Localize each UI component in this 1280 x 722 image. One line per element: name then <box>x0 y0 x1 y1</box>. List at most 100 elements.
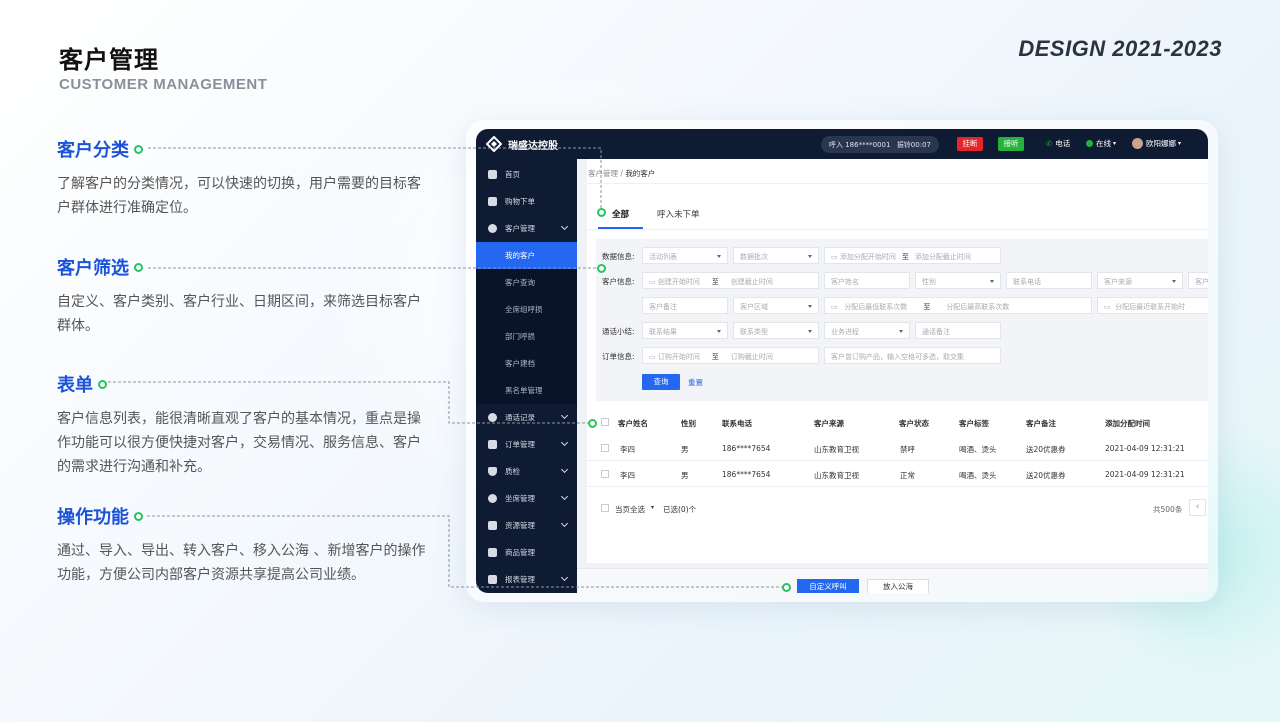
col-header: 客户来源 <box>814 419 844 428</box>
online-icon <box>1086 140 1093 147</box>
sidebar-item-agents[interactable]: 坐席管理 <box>476 485 577 512</box>
assign-date-range[interactable]: ▭ 添加分配开始时间至添加分配截止时间 <box>824 247 1001 264</box>
col-header: 客户标签 <box>959 419 989 428</box>
table-header: 客户姓名 性别 联系电话 客户来源 客户状态 客户标签 客户备注 添加分配时间 <box>587 409 1208 435</box>
sidebar-sub-dept-loss[interactable]: 部门呼损 <box>476 323 577 350</box>
batch-select[interactable]: 数据批次 <box>733 247 819 264</box>
sidebar-item-order[interactable]: 购物下单 <box>476 188 577 215</box>
cell: 送20优惠券 <box>1026 445 1066 454</box>
sidebar-sub-archive[interactable]: 客户建档 <box>476 350 577 377</box>
create-date-range[interactable]: ▭ 创建开始时间至创建截止时间 <box>642 272 819 289</box>
user-menu[interactable]: 欧阳娜娜 ▾ <box>1132 138 1181 149</box>
phone-menu[interactable]: ✆ 电话 <box>1046 138 1070 149</box>
activity-select[interactable]: 活动列表 <box>642 247 728 264</box>
status-menu[interactable]: 在线 ▾ <box>1086 138 1116 149</box>
caret-down-icon: ▾ <box>1178 140 1182 147</box>
feature-desc: 了解客户的分类情况，可以快速的切换，用户需要的目标客户群体进行准确定位。 <box>57 176 421 216</box>
brand-name: 瑞盛达控股 <box>508 141 558 152</box>
call-duration: 振铃00:07 <box>896 140 931 149</box>
sidebar-sub-customer-query[interactable]: 客户查询 <box>476 269 577 296</box>
cell: 李四 <box>620 471 635 480</box>
customer-extra-input[interactable]: 客户 <box>1188 272 1208 289</box>
select-all-checkbox[interactable] <box>601 418 609 426</box>
tab-divider <box>587 229 1208 230</box>
sidebar-item-qa[interactable]: 质检 <box>476 458 577 485</box>
custom-call-button[interactable]: 自定义呼叫 <box>797 579 859 593</box>
query-button[interactable]: 查询 <box>642 374 680 390</box>
page-select-checkbox[interactable] <box>601 504 609 512</box>
sidebar-item-customer[interactable]: 客户管理 <box>476 215 577 242</box>
contact-type-select[interactable]: 联系类型 <box>733 322 819 339</box>
remark-input[interactable]: 客户备注 <box>642 297 728 314</box>
row-checkbox[interactable] <box>601 470 609 478</box>
calendar-icon: ▭ <box>831 303 838 311</box>
sidebar-item-calls[interactable]: 通话记录 <box>476 404 577 431</box>
phone-input[interactable]: 联系电话 <box>1006 272 1092 289</box>
annotation-dot-icon <box>134 144 143 154</box>
annotation-dot-icon <box>134 262 143 272</box>
prev-page-button[interactable]: ‹ <box>1189 499 1206 516</box>
order-date-range[interactable]: ▭ 订购开始时间至订购截止时间 <box>642 347 819 364</box>
sidebar-sub-my-customers[interactable]: 我的客户 <box>476 242 577 269</box>
chevron-down-icon <box>560 465 569 474</box>
filter-label-call: 通话小结: <box>602 327 635 336</box>
region-select[interactable]: 客户区域 <box>733 297 819 314</box>
sidebar-sub-group-loss[interactable]: 全席组呼损 <box>476 296 577 323</box>
annotation-dot-icon <box>597 264 606 273</box>
tab-inbound-no-order[interactable]: 呼入未下单 <box>657 208 700 220</box>
customer-name-input[interactable]: 客户姓名 <box>824 272 910 289</box>
row-checkbox[interactable] <box>601 444 609 452</box>
breadcrumb-parent[interactable]: 客户管理 / <box>588 169 623 178</box>
caret-down-icon: ▾ <box>1113 140 1117 147</box>
chevron-down-icon <box>560 519 569 528</box>
move-to-pool-button[interactable]: 放入公海 <box>867 579 929 593</box>
col-header: 客户姓名 <box>618 419 648 428</box>
answer-button[interactable]: 接听 <box>998 137 1024 151</box>
feature-desc: 客户信息列表，能很清晰直观了客户的基本情况，重点是操作功能可以很方便快捷对客户，… <box>57 411 421 475</box>
sidebar-sub-blacklist[interactable]: 黑名单管理 <box>476 377 577 404</box>
business-progress-select[interactable]: 业务进程 <box>824 322 910 339</box>
chevron-down-icon <box>560 222 569 231</box>
last-contact-date[interactable]: ▭ 分配后最近联系开始时 <box>1097 297 1208 314</box>
annotation-dot-icon <box>782 583 791 592</box>
contact-count-range[interactable]: ▭ 分配后最低联系次数至分配后最高联系次数 <box>824 297 1092 314</box>
call-status-pill: 呼入 186****0001 振铃00:07 <box>821 136 939 153</box>
ordered-products-input[interactable]: 客户曾订购产品，输入空格可多选，取交集 <box>824 347 1001 364</box>
source-select[interactable]: 客户来源 <box>1097 272 1183 289</box>
top-bar: 瑞盛达控股 呼入 186****0001 振铃00:07 挂断 接听 ✆ 电话 在… <box>476 129 1208 159</box>
cell: 男 <box>681 445 689 454</box>
cell: 山东教育卫视 <box>814 471 859 480</box>
feature-title: 客户筛选 <box>57 258 129 279</box>
gender-select[interactable]: 性别 <box>915 272 1001 289</box>
table-row[interactable]: 李四 男 186****7654 山东教育卫视 禁呼 喝酒、烫头 送20优惠券 … <box>587 435 1208 461</box>
calendar-icon: ▭ <box>649 278 656 286</box>
sidebar-item-home[interactable]: 首页 <box>476 161 577 188</box>
phone-icon: ✆ <box>1046 139 1053 148</box>
cell: 186****7654 <box>722 444 771 453</box>
cell: 李四 <box>620 445 635 454</box>
avatar <box>1132 138 1143 149</box>
chart-icon <box>488 575 497 584</box>
contact-result-select[interactable]: 联系结果 <box>642 322 728 339</box>
sidebar-item-resources[interactable]: 资源管理 <box>476 512 577 539</box>
sidebar-item-orders[interactable]: 订单管理 <box>476 431 577 458</box>
feature-filter: 客户筛选 自定义、客户类别、客户行业、日期区间，来筛选目标客户群体。 <box>57 254 432 338</box>
cell: 正常 <box>900 471 915 480</box>
filter-label-customer: 客户信息: <box>602 277 635 286</box>
calendar-icon: ▭ <box>831 253 838 261</box>
chevron-down-icon <box>560 438 569 447</box>
feature-operations: 操作功能 通过、导入、导出、转入客户、移入公海 、新增客户的操作功能，方便公司内… <box>57 503 432 587</box>
cell: 186****7654 <box>722 470 771 479</box>
annotation-dot-icon <box>597 208 606 217</box>
call-remark-input[interactable]: 通话备注 <box>915 322 1001 339</box>
sidebar-item-products[interactable]: 商品管理 <box>476 539 577 566</box>
tab-all[interactable]: 全部 <box>612 208 629 220</box>
total-count: 共500条 <box>1153 505 1183 514</box>
reset-button[interactable]: 重置 <box>688 377 703 388</box>
feature-form: 表单 客户信息列表，能很清晰直观了客户的基本情况，重点是操作功能可以很方便快捷对… <box>57 371 432 479</box>
hangup-button[interactable]: 挂断 <box>957 137 983 151</box>
caret-down-icon[interactable]: ▾ <box>651 504 654 511</box>
sidebar-item-reports[interactable]: 报表管理 <box>476 566 577 593</box>
cell: 禁呼 <box>900 445 915 454</box>
table-row[interactable]: 李四 男 186****7654 山东教育卫视 正常 喝酒、烫头 送20优惠券 … <box>587 461 1208 487</box>
